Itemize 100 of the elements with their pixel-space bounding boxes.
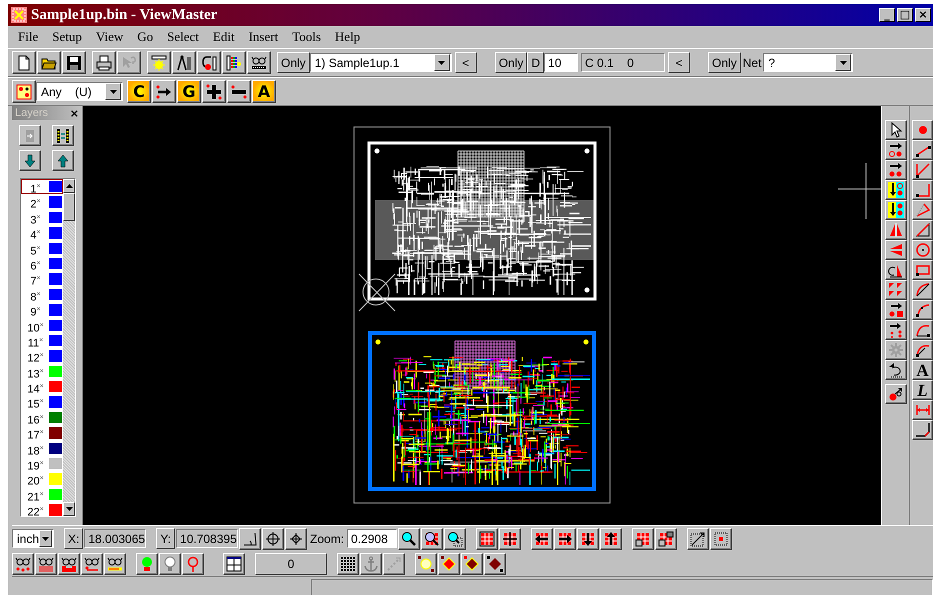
filter-tool-button[interactable]: G	[177, 80, 201, 103]
dimension-tool-button[interactable]	[912, 400, 933, 420]
layer-row[interactable]: 4$^{×}$	[21, 225, 63, 241]
window-button[interactable]	[223, 552, 245, 574]
menu-item[interactable]: Help	[328, 27, 368, 47]
pad-dark-button[interactable]	[461, 552, 483, 574]
origin-button[interactable]	[285, 528, 308, 550]
swap-tool-button[interactable]	[885, 200, 907, 220]
layer-row[interactable]: 5$^{×}$	[21, 240, 63, 256]
layer-row[interactable]: 14$^{×}$	[21, 379, 63, 394]
pan-left-button[interactable]	[531, 528, 554, 550]
zoom-fit-button[interactable]	[421, 528, 444, 550]
view-pads-button[interactable]	[12, 552, 34, 574]
previous-view-button[interactable]	[632, 528, 654, 550]
scrollbar-thumb[interactable]	[63, 193, 75, 221]
snap-button[interactable]	[262, 528, 284, 550]
minimize-button[interactable]: _	[879, 8, 895, 22]
menu-item[interactable]: View	[90, 27, 132, 47]
filter-tool-button[interactable]: A	[252, 80, 276, 103]
layer-row[interactable]: 12$^{×}$	[21, 348, 63, 364]
help-button[interactable]	[117, 51, 141, 74]
node-tool-button[interactable]	[885, 384, 907, 404]
select-tool-button[interactable]	[885, 120, 907, 140]
layer-colors-button[interactable]	[222, 51, 246, 74]
move-down-button[interactable]	[19, 150, 41, 171]
view-lines-button[interactable]	[35, 552, 57, 574]
measure-button[interactable]	[172, 51, 196, 74]
text-tool-button[interactable]: A	[912, 360, 933, 380]
layer-row[interactable]: 13$^{×}$	[21, 364, 63, 380]
only-button[interactable]: Only	[494, 52, 528, 73]
layer-row[interactable]: 3$^{×}$	[21, 210, 63, 226]
zoom-window-button[interactable]	[444, 528, 466, 550]
view-traces-button[interactable]	[81, 552, 103, 574]
grid-button[interactable]	[476, 528, 498, 550]
zoom-field[interactable]: 0.2908	[347, 529, 398, 548]
text-tool-button[interactable]: L	[912, 380, 933, 400]
flip-tool-button[interactable]	[885, 240, 907, 260]
menu-item[interactable]: Select	[161, 27, 207, 47]
layer-row[interactable]: 19$^{×}$	[21, 456, 63, 472]
pad-fill-button[interactable]	[438, 552, 460, 574]
layer-row[interactable]: 18$^{×}$	[21, 440, 63, 456]
rotate-tool-button[interactable]	[885, 260, 907, 280]
pan-up-button[interactable]	[600, 528, 622, 550]
close-button[interactable]: ×	[915, 8, 931, 22]
add-button[interactable]	[202, 80, 226, 103]
pan-down-button[interactable]	[577, 528, 600, 550]
design-combo[interactable]: 1) Sample1up.1	[310, 53, 452, 72]
pad-corner-button[interactable]	[484, 552, 506, 574]
zoom-extents-button[interactable]	[687, 528, 710, 550]
next-view-button[interactable]	[655, 528, 678, 550]
pad-outline-button[interactable]	[415, 552, 437, 574]
copy-tool-button[interactable]	[885, 160, 907, 180]
arc-tool-button[interactable]	[912, 280, 933, 300]
pcb-canvas[interactable]	[83, 106, 881, 525]
highlight-button[interactable]	[147, 51, 171, 74]
undo-tool-button[interactable]	[885, 360, 907, 380]
rectangle-tool-button[interactable]	[912, 260, 933, 280]
layer-row[interactable]: 16$^{×}$	[21, 410, 63, 426]
circle-tool-button[interactable]	[912, 240, 933, 260]
net-combo[interactable]: ?	[763, 53, 854, 72]
bend-line-tool-button[interactable]	[912, 420, 933, 440]
remove-button[interactable]	[227, 80, 251, 103]
menu-item[interactable]: Insert	[242, 27, 286, 47]
layer-row[interactable]: 8$^{×}$	[21, 286, 63, 302]
pad-tool-button[interactable]	[912, 120, 933, 140]
mirror-tool-button[interactable]	[885, 220, 907, 240]
snap-grid-button[interactable]	[337, 552, 359, 574]
new-button[interactable]	[12, 51, 36, 74]
layer-row[interactable]: 11$^{×}$	[21, 332, 63, 348]
menu-item[interactable]: Go	[131, 27, 162, 47]
connect-button[interactable]	[152, 80, 176, 103]
zoom-selection-button[interactable]	[710, 528, 732, 550]
array-tool-button[interactable]	[885, 280, 907, 300]
angle-button[interactable]	[239, 528, 262, 550]
close-button[interactable]: ×	[70, 106, 79, 120]
grid-cross-button[interactable]	[499, 528, 522, 550]
layer-select-button[interactable]	[197, 51, 221, 74]
pan-right-button[interactable]	[554, 528, 576, 550]
layer-add-button[interactable]	[19, 125, 41, 146]
view-button[interactable]	[247, 51, 271, 74]
spread-tool-button[interactable]	[885, 320, 907, 340]
layer-row[interactable]: 6$^{×}$	[21, 256, 63, 272]
y-label[interactable]: Y:	[156, 528, 176, 549]
only-button[interactable]: Only	[277, 52, 310, 73]
save-button[interactable]	[62, 51, 86, 74]
angle-line-tool-button[interactable]	[912, 160, 933, 180]
x-label[interactable]: X:	[64, 528, 84, 549]
layer-row[interactable]: 7$^{×}$	[21, 271, 63, 287]
layer-row[interactable]: 1$^{×}$	[21, 179, 63, 194]
anchor-button[interactable]	[360, 552, 382, 574]
swap-tool-button[interactable]	[885, 180, 907, 200]
corner-line-tool-button[interactable]	[912, 180, 933, 200]
view-fills-button[interactable]	[58, 552, 80, 574]
filter-combo[interactable]: Any (U)	[36, 82, 123, 101]
light-button[interactable]	[136, 552, 158, 574]
units-combo[interactable]: inch	[12, 529, 54, 548]
layer-row[interactable]: 17$^{×}$	[21, 425, 63, 441]
layer-order-button[interactable]	[52, 125, 74, 146]
menu-item[interactable]: File	[12, 27, 46, 47]
previous-button[interactable]: <	[454, 52, 477, 73]
